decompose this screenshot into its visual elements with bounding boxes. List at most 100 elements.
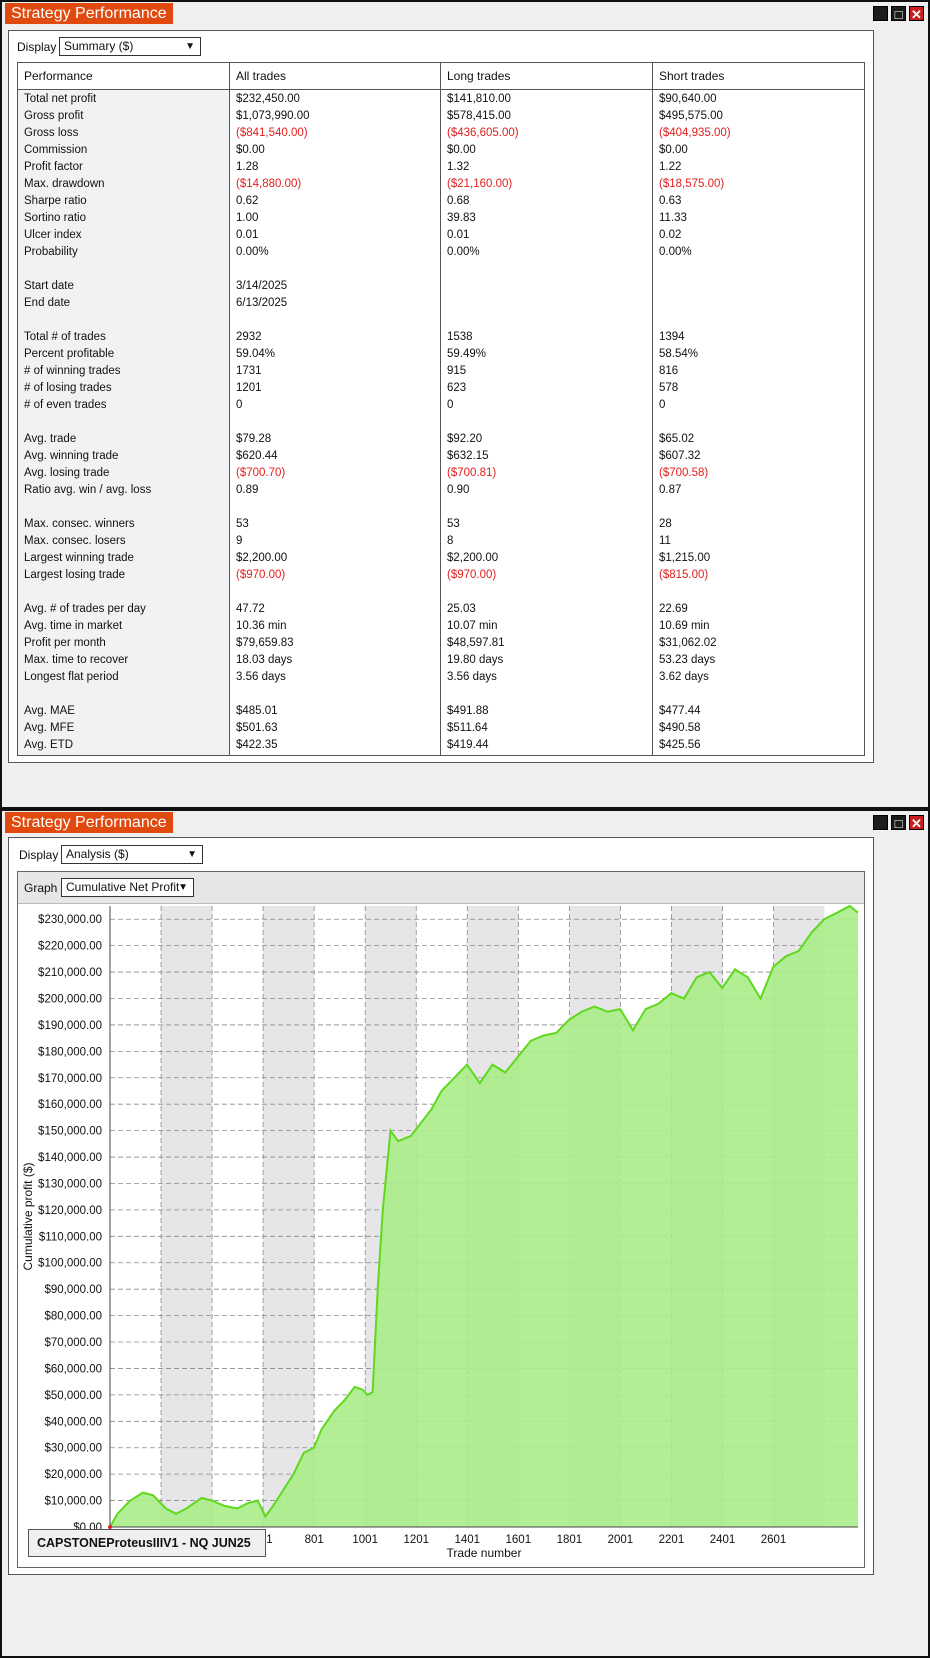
all-trades-value: 1731	[236, 365, 262, 377]
long-trades-value: $511.64	[447, 722, 488, 734]
y-tick-label: $120,000.00	[38, 1205, 102, 1217]
all-trades-value: 0.62	[236, 195, 259, 207]
short-trades-value: ($404,935.00)	[659, 127, 731, 139]
all-trades-value: 47.72	[236, 603, 265, 615]
row-label: Largest losing trade	[24, 569, 126, 581]
row-label: Longest flat period	[24, 671, 119, 683]
short-trades-value: 0.63	[659, 195, 682, 207]
long-trades-value: $48,597.81	[447, 637, 505, 649]
short-trades-value: $90,640.00	[659, 93, 717, 105]
title-bar[interactable]: Strategy Performance _ □ ✕	[2, 811, 928, 833]
row-label: # of losing trades	[24, 382, 112, 394]
graph-dropdown[interactable]: Cumulative Net Profit ▼	[61, 878, 194, 897]
maximize-icon[interactable]: □	[891, 815, 906, 830]
long-trades-value: 3.56 days	[447, 671, 497, 683]
short-trades-value: ($700.58)	[659, 467, 709, 479]
short-trades-value: 1394	[659, 331, 685, 343]
row-label: Sortino ratio	[24, 212, 87, 224]
y-axis-title: Cumulative profit ($)	[21, 1162, 35, 1270]
long-trades-value: $2,200.00	[447, 552, 499, 564]
short-trades-value: 816	[659, 365, 679, 377]
display-dropdown[interactable]: Analysis ($) ▼	[61, 845, 203, 864]
display-dropdown[interactable]: Summary ($) ▼	[59, 37, 201, 56]
short-trades-value: 0.00%	[659, 246, 692, 258]
all-trades-value: $0.00	[236, 144, 265, 156]
row-label: Commission	[24, 144, 88, 156]
all-trades-value: ($700.70)	[236, 467, 286, 479]
all-trades-value: 53	[236, 518, 249, 530]
y-tick-label: $170,000.00	[38, 1073, 102, 1085]
column-divider	[652, 63, 653, 755]
all-trades-value: $485.01	[236, 705, 278, 717]
row-label: Avg. ETD	[24, 739, 73, 751]
header-long-trades[interactable]: Long trades	[447, 69, 510, 83]
short-trades-value: $425.56	[659, 739, 701, 751]
chart-band	[263, 906, 315, 1527]
table-header: Performance All trades Long trades Short…	[18, 63, 864, 90]
row-label: Largest winning trade	[24, 552, 134, 564]
row-label: Max. time to recover	[24, 654, 129, 666]
x-tick-label: 1601	[506, 1534, 532, 1546]
y-tick-label: $180,000.00	[38, 1046, 102, 1058]
row-label: Avg. MFE	[24, 722, 75, 734]
short-trades-value: $31,062.02	[659, 637, 717, 649]
all-trades-value: $2,200.00	[236, 552, 288, 564]
strategy-tab[interactable]: CAPSTONEProteusIIIV1 - NQ JUN25	[28, 1529, 266, 1557]
row-label: Gross profit	[24, 110, 84, 122]
all-trades-value: 0	[236, 399, 243, 411]
all-trades-value: 0.89	[236, 484, 259, 496]
y-tick-label: $220,000.00	[38, 941, 102, 953]
short-trades-value: $65.02	[659, 433, 695, 445]
row-label: Percent profitable	[24, 348, 115, 360]
long-trades-value: 0	[447, 399, 454, 411]
minimize-icon[interactable]: _	[873, 815, 888, 831]
short-trades-value: ($18,575.00)	[659, 178, 725, 190]
all-trades-value: ($970.00)	[236, 569, 286, 581]
window-title: Strategy Performance	[5, 812, 173, 833]
long-trades-value: 59.49%	[447, 348, 487, 360]
close-icon[interactable]: ✕	[909, 815, 924, 830]
y-tick-label: $140,000.00	[38, 1152, 102, 1164]
close-icon[interactable]: ✕	[909, 6, 924, 21]
short-trades-value: 22.69	[659, 603, 688, 615]
short-trades-value: $490.58	[659, 722, 701, 734]
display-label: Display	[17, 40, 57, 54]
all-trades-value: 3/14/2025	[236, 280, 288, 292]
row-label: Total net profit	[24, 93, 97, 105]
row-label: Profit factor	[24, 161, 83, 173]
header-all-trades[interactable]: All trades	[236, 69, 286, 83]
row-label: Gross loss	[24, 127, 79, 139]
all-trades-value: $422.35	[236, 739, 278, 751]
cumulative-net-profit-chart[interactable]: $0.00$10,000.00$20,000.00$30,000.00$40,0…	[18, 903, 864, 1567]
all-trades-value: $620.44	[236, 450, 278, 462]
row-label: # of winning trades	[24, 365, 121, 377]
all-trades-value: 18.03 days	[236, 654, 293, 666]
summary-panel: Display Summary ($) ▼ Performance All tr…	[8, 30, 874, 763]
display-dropdown-value: Summary ($)	[64, 39, 134, 53]
performance-table: Performance All trades Long trades Short…	[17, 62, 865, 756]
row-label: Avg. MAE	[24, 705, 75, 717]
maximize-icon[interactable]: □	[891, 6, 906, 21]
minimize-icon[interactable]: _	[873, 6, 888, 22]
long-trades-value: ($436,605.00)	[447, 127, 519, 139]
long-trades-value: $632.15	[447, 450, 489, 462]
long-trades-value: 53	[447, 518, 460, 530]
all-trades-value: $501.63	[236, 722, 278, 734]
header-short-trades[interactable]: Short trades	[659, 69, 724, 83]
short-trades-value: 11.33	[659, 212, 687, 224]
all-trades-value: $1,073,990.00	[236, 110, 310, 122]
long-trades-value: $491.88	[447, 705, 489, 717]
chevron-down-icon: ▼	[185, 41, 195, 52]
strategy-performance-summary-window: Strategy Performance _ □ ✕ Display Summa…	[0, 0, 930, 809]
all-trades-value: 2932	[236, 331, 262, 343]
long-trades-value: $141,810.00	[447, 93, 511, 105]
x-tick-label: 2401	[710, 1534, 736, 1546]
long-trades-value: 25.03	[447, 603, 476, 615]
short-trades-value: 0.02	[659, 229, 682, 241]
all-trades-value: $79.28	[236, 433, 272, 445]
row-label: End date	[24, 297, 71, 309]
y-tick-label: $10,000.00	[44, 1496, 102, 1508]
title-bar[interactable]: Strategy Performance _ □ ✕	[2, 2, 928, 24]
short-trades-value: $1,215.00	[659, 552, 711, 564]
header-performance[interactable]: Performance	[24, 69, 93, 83]
